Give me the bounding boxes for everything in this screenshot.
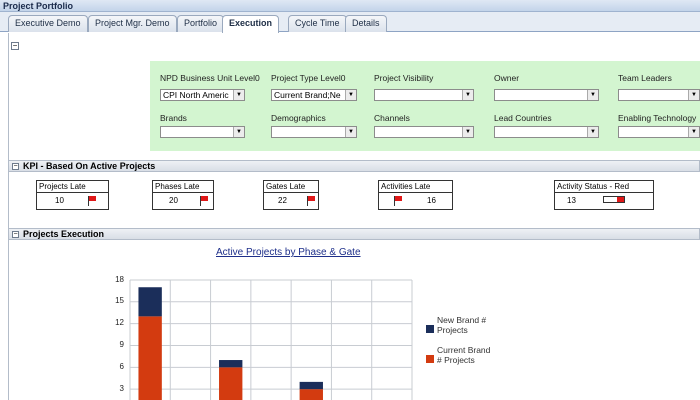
filter-label-enabling-technology: Enabling Technology [618,113,697,123]
filter-select-lead-countries[interactable]: ▼ [494,126,599,138]
filter-select-bu[interactable]: CPI North Americ ▼ [160,89,245,101]
panel-left-border [8,33,9,400]
y-tick-label: 18 [115,275,124,284]
chevron-down-icon: ▼ [587,90,598,100]
execution-section-header: − Projects Execution [8,228,700,240]
y-tick-label: 9 [119,340,124,349]
chevron-down-icon: ▼ [688,127,699,137]
app-title-bar: Project Portfolio [0,0,700,12]
filter-label-demographics: Demographics [271,113,326,123]
tab-bar: Executive Demo Project Mgr. Demo Portfol… [0,12,700,33]
chevron-down-icon: ▼ [233,90,244,100]
kpi-projects-late-label: Projects Late [37,181,108,193]
kpi-section-header: − KPI - Based On Active Projects [8,160,700,172]
tab-details[interactable]: Details [345,15,387,32]
filter-select-demographics[interactable]: ▼ [271,126,357,138]
bar-new-brand [299,381,323,390]
legend-swatch-current-brand [426,355,434,363]
filter-value-bu: CPI North Americ [163,90,229,100]
chart-title[interactable]: Active Projects by Phase & Gate [216,247,361,258]
filter-select-enabling-technology[interactable]: ▼ [618,126,700,138]
legend-swatch-new-brand [426,325,434,333]
filter-select-team-leaders[interactable]: ▼ [618,89,700,101]
bar-current-brand [299,389,323,400]
filter-label-team-leaders: Team Leaders [618,73,672,83]
kpi-projects-late[interactable]: Projects Late 10 [36,180,109,210]
tab-cycle-time[interactable]: Cycle Time [288,15,347,32]
filter-label-visibility: Project Visibility [374,73,434,83]
red-flag-icon [393,196,403,206]
kpi-phases-late-label: Phases Late [153,181,213,193]
tab-project-mgr-demo[interactable]: Project Mgr. Demo [88,15,177,32]
kpi-section-title: KPI - Based On Active Projects [23,161,156,171]
filter-select-owner[interactable]: ▼ [494,89,599,101]
kpi-activity-status-label: Activity Status - Red [555,181,653,193]
activity-status-bar [603,196,625,203]
legend-label-current-brand: Current Brand # Projects [437,345,491,365]
bar-current-brand [219,367,243,400]
kpi-projects-late-value: 10 [55,196,64,205]
chevron-down-icon: ▼ [462,90,473,100]
collapse-filters-toggle-icon[interactable]: − [11,42,19,50]
kpi-activity-status-value: 13 [567,196,576,205]
bar-new-brand [138,287,162,317]
filter-select-project-type[interactable]: Current Brand;Ne ▼ [271,89,357,101]
chevron-down-icon: ▼ [345,90,356,100]
app-title: Project Portfolio [3,1,74,11]
activity-status-bar-fill [617,197,624,202]
filter-label-bu: NPD Business Unit Level0 [160,73,260,83]
kpi-phases-late-value: 20 [169,196,178,205]
red-flag-icon [199,196,209,206]
tab-execution[interactable]: Execution [222,15,280,33]
filter-label-owner: Owner [494,73,520,83]
filter-select-channels[interactable]: ▼ [374,126,474,138]
y-tick-label: 3 [119,384,124,393]
chevron-down-icon: ▼ [233,127,244,137]
bar-new-brand [219,360,243,368]
y-tick-label: 6 [119,362,124,371]
collapse-execution-toggle-icon[interactable]: − [12,231,19,238]
kpi-activity-status-red[interactable]: Activity Status - Red 13 [554,180,654,210]
filter-label-lead-countries: Lead Countries [494,113,552,123]
red-flag-icon [306,196,316,206]
filter-value-project-type: Current Brand;Ne [274,90,341,100]
y-tick-label: 15 [115,296,124,305]
chevron-down-icon: ▼ [462,127,473,137]
kpi-activities-late-value: 16 [427,196,436,205]
filter-label-channels: Channels [374,113,410,123]
kpi-gates-late-value: 22 [278,196,287,205]
filter-select-brands[interactable]: ▼ [160,126,245,138]
chevron-down-icon: ▼ [345,127,356,137]
tab-executive-demo[interactable]: Executive Demo [8,15,88,32]
chevron-down-icon: ▼ [587,127,598,137]
execution-section-title: Projects Execution [23,229,105,239]
kpi-activities-late[interactable]: Activities Late 16 [378,180,453,210]
bar-current-brand [138,316,162,400]
legend-label-new-brand: New Brand # Projects [437,315,487,335]
collapse-kpi-toggle-icon[interactable]: − [12,163,19,170]
kpi-gates-late[interactable]: Gates Late 22 [263,180,319,210]
filter-label-project-type: Project Type Level0 [271,73,346,83]
filter-label-brands: Brands [160,113,187,123]
chevron-down-icon: ▼ [688,90,699,100]
y-tick-label: 12 [115,318,124,327]
tab-portfolio[interactable]: Portfolio [177,15,225,32]
kpi-activities-late-label: Activities Late [379,181,452,193]
filter-select-visibility[interactable]: ▼ [374,89,474,101]
red-flag-icon [87,196,97,206]
kpi-gates-late-label: Gates Late [264,181,318,193]
kpi-phases-late[interactable]: Phases Late 20 [152,180,214,210]
